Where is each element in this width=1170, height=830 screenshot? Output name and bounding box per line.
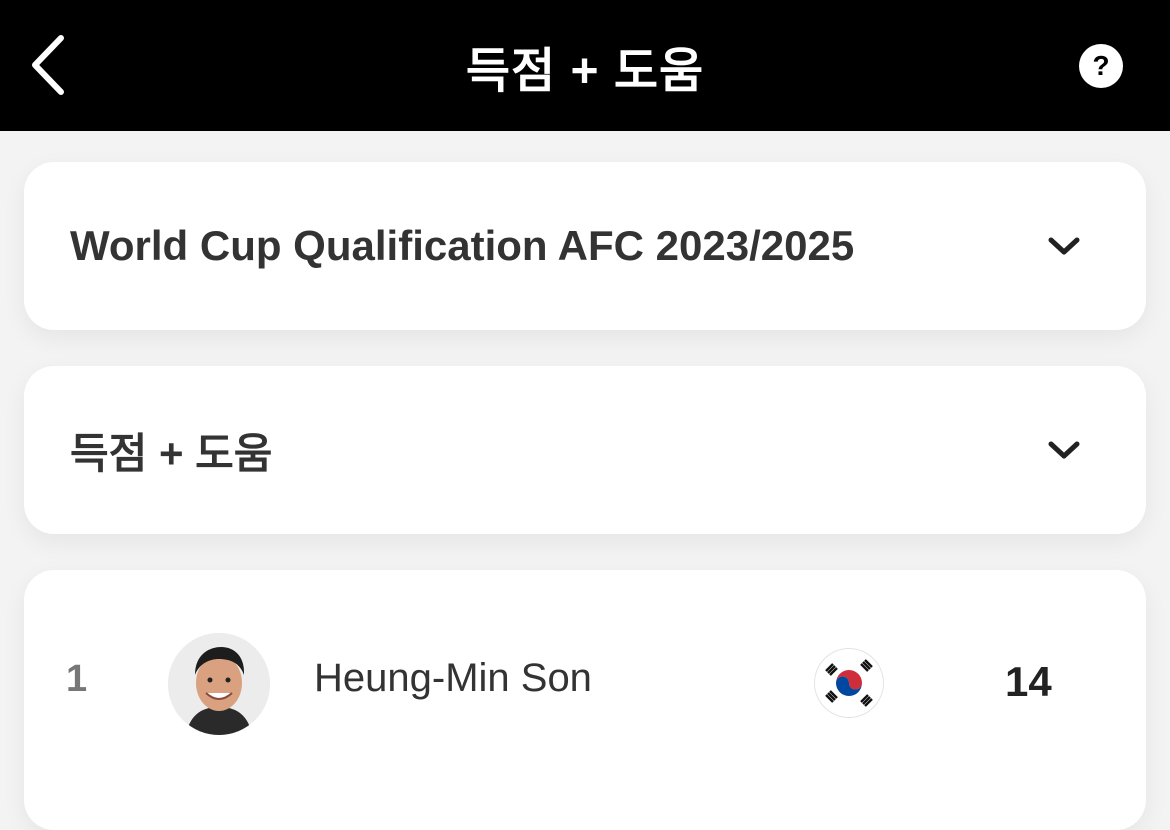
player-avatar [168,633,270,735]
top-app-bar: 득점 + 도움 ? [0,0,1170,131]
south-korea-flag-icon [814,648,884,718]
rank-number: 1 [66,658,88,700]
question-mark-icon: ? [1092,50,1110,81]
help-button[interactable]: ? [1079,44,1123,88]
competition-selector[interactable]: World Cup Qualification AFC 2023/2025 [24,162,1146,330]
page-title: 득점 + 도움 [465,44,705,98]
chevron-down-icon [1048,237,1080,255]
stat-type-label: 득점 + 도움 [70,429,273,477]
chevron-down-icon [1048,441,1080,459]
stat-value: 14 [1005,658,1052,705]
stat-type-selector[interactable]: 득점 + 도움 [24,366,1146,534]
competition-label: World Cup Qualification AFC 2023/2025 [70,222,855,269]
player-name: Heung-Min Son [314,656,592,700]
